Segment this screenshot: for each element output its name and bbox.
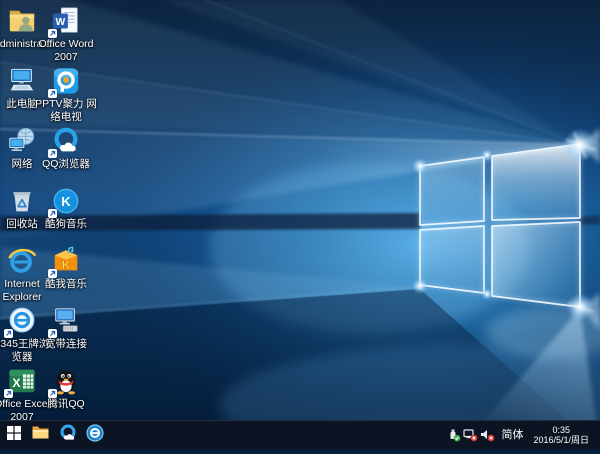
svg-text:W: W [56,17,66,28]
taskbar-clock[interactable]: 0:35 2016/5/1/周日 [528,425,594,446]
desktop-icon-broadband[interactable]: 宽带连接 [35,302,97,351]
shortcut-arrow-icon [4,329,13,338]
desktop-icon-label: QQ浏览器 [35,158,97,171]
desktop-icon-pptv[interactable]: PPTV聚力 网络电视 [35,62,97,123]
svg-text:K: K [61,194,71,209]
shortcut-arrow-icon [48,29,57,38]
qq-browser-taskbar-icon [59,424,77,447]
shortcut-arrow-icon [48,209,57,218]
shortcut-arrow-icon [48,329,57,338]
desktop-icon-label: 酷狗音乐 [35,218,97,231]
desktop-icon-label: PPTV聚力 网络电视 [35,98,97,123]
taskbar-empty-area [108,421,445,449]
browser-2345-icon [6,306,38,337]
clock-time: 0:35 [533,425,589,436]
input-method-indicator[interactable]: 简体 [496,421,528,450]
taskbar-e-browser-button[interactable] [81,421,108,449]
shortcut-arrow-icon [48,389,57,398]
word-icon: W [50,6,82,37]
excel-icon: X [6,366,38,397]
user-folder-icon [6,6,38,37]
kuwo-music-icon: K [50,246,82,277]
desktop-icon-kugou[interactable]: K 酷狗音乐 [35,182,97,231]
network-icon [6,126,38,157]
desktop-icon-label: 酷我音乐 [35,278,97,291]
qq-browser-icon [50,126,82,157]
internet-explorer-icon [6,246,38,277]
clock-date: 2016/5/1/周日 [533,435,589,446]
shortcut-arrow-icon [48,269,57,278]
kugou-music-icon: K [50,186,82,217]
system-tray: 简体 0:35 2016/5/1/周日 [445,421,600,449]
shortcut-arrow-icon [4,389,13,398]
desktop-icon-office-word[interactable]: W Office Word 2007 [35,2,97,63]
shortcut-arrow-icon [48,89,57,98]
desktop-icon-label: 宽带连接 [35,338,97,351]
start-button[interactable] [0,421,27,449]
this-pc-icon [6,66,38,97]
broadband-connection-icon [50,306,82,337]
recycle-bin-icon [6,186,38,217]
taskbar-file-explorer-button[interactable] [27,421,54,449]
e-browser-taskbar-icon [86,424,104,447]
taskbar-qq-browser-button[interactable] [54,421,81,449]
taskbar: 简体 0:35 2016/5/1/周日 [0,420,600,449]
desktop-icon-qq-browser[interactable]: QQ浏览器 [35,122,97,171]
windows-start-icon [7,426,21,445]
desktop-icon-label: 腾讯QQ [35,398,97,411]
desktop-icon-tencent-qq[interactable]: 腾讯QQ [35,362,97,411]
desktop-icon-label: Office Word 2007 [35,38,97,63]
svg-text:X: X [12,376,21,390]
shortcut-arrow-icon [48,149,57,158]
network-disconnected-icon[interactable] [462,421,479,450]
desktop-icon-kuwo[interactable]: K 酷我音乐 [35,242,97,291]
pptv-icon [50,66,82,97]
file-explorer-icon [32,425,49,445]
svg-text:K: K [62,258,71,272]
tencent-qq-icon [50,366,82,397]
volume-muted-icon[interactable] [479,421,496,450]
usb-safely-remove-icon[interactable] [445,421,462,450]
